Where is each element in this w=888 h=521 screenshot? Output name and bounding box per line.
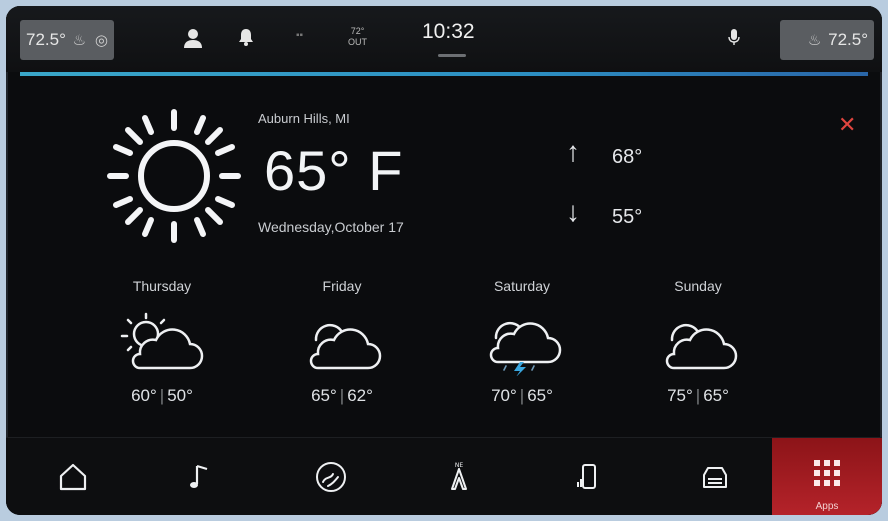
current-temperature: 65° F — [264, 139, 404, 202]
passenger-temp: 72.5° — [828, 30, 868, 49]
outside-temp-value: 72° — [350, 26, 365, 36]
outside-temp: 72° OUT — [348, 26, 367, 48]
forecast-day-name: Friday — [322, 278, 362, 294]
status-bar: 72.5° ♨ ◎ ▪▪ 72° OUT 10:32 ♨ 72.5° — [6, 6, 882, 72]
temp-separator: | — [519, 386, 525, 405]
phone-icon — [577, 464, 596, 489]
vehicle-icon — [703, 467, 727, 488]
forecast-day: Sunday 75° | 65° — [618, 278, 778, 406]
low-arrow-icon: ↓ — [566, 196, 580, 227]
high-arrow-icon: ↑ — [566, 136, 580, 167]
current-date: Wednesday,October 17 — [258, 219, 404, 235]
profile-icon[interactable] — [182, 28, 204, 53]
forecast-low: 50° — [167, 386, 193, 405]
passenger-seat-icon: ♨ — [807, 32, 822, 49]
passenger-climate-button[interactable]: ♨ 72.5° — [780, 20, 874, 60]
location-label: Auburn Hills, MI — [258, 111, 350, 126]
accent-divider — [20, 72, 868, 76]
nav-navigation-button[interactable]: NE — [414, 438, 504, 515]
apps-icon — [814, 460, 840, 486]
climate-icon — [316, 462, 346, 492]
nav-home-button[interactable] — [28, 438, 118, 515]
clock: 10:32 — [422, 20, 475, 43]
infotainment-screen: 72.5° ♨ ◎ ▪▪ 72° OUT 10:32 ♨ 72.5° Aubur… — [6, 6, 882, 515]
high-temperature: 68° — [612, 146, 643, 168]
heated-wheel-icon: ◎ — [94, 32, 108, 49]
apps-label: Apps — [815, 501, 839, 512]
forecast-high: 65° — [311, 386, 337, 405]
temp-separator: | — [695, 386, 701, 405]
forecast-high: 70° — [491, 386, 517, 405]
driver-climate-button[interactable]: 72.5° ♨ ◎ — [20, 20, 114, 60]
close-icon[interactable]: ✕ — [838, 112, 856, 138]
temp-separator: | — [339, 386, 345, 405]
svg-text:NE: NE — [455, 462, 463, 469]
forecast-day: Friday 65° | 62° — [262, 278, 422, 406]
signal-icon: ▪▪ — [296, 30, 304, 41]
nav-vehicle-button[interactable] — [670, 438, 760, 515]
bottom-nav-bar: NE Apps — [6, 437, 882, 515]
music-icon — [190, 464, 208, 488]
drawer-handle[interactable] — [438, 54, 466, 57]
forecast-day: Saturday 70° | 65° — [442, 278, 602, 406]
forecast-day: Thursday 60° | 50° — [82, 278, 242, 406]
forecast-day-name: Thursday — [132, 278, 192, 294]
heated-seat-icon: ♨ — [72, 32, 87, 49]
driver-temp: 72.5° — [26, 30, 66, 49]
forecast-low: 65° — [703, 386, 729, 405]
partly-cloudy-icon — [665, 323, 738, 370]
forecast-day-name: Sunday — [674, 278, 722, 294]
navigation-icon: NE — [451, 462, 467, 490]
thunderstorm-icon — [489, 321, 562, 376]
low-temperature: 55° — [612, 206, 643, 228]
sun-icon — [107, 109, 241, 243]
forecast-high: 75° — [667, 386, 693, 405]
partly-sunny-icon — [120, 312, 204, 370]
home-icon — [59, 463, 87, 491]
forecast-day-name: Saturday — [493, 278, 551, 294]
temp-separator: | — [159, 386, 165, 405]
nav-climate-button[interactable] — [286, 438, 376, 515]
notification-bell-icon[interactable] — [238, 28, 254, 51]
forecast-low: 62° — [347, 386, 373, 405]
nav-apps-button[interactable]: Apps — [772, 438, 882, 515]
partly-cloudy-icon — [309, 323, 382, 370]
forecast-high: 60° — [131, 386, 157, 405]
nav-phone-button[interactable] — [542, 438, 632, 515]
outside-temp-label: OUT — [348, 37, 367, 47]
forecast-low: 65° — [527, 386, 553, 405]
nav-media-button[interactable] — [156, 438, 246, 515]
microphone-icon[interactable] — [728, 28, 740, 51]
